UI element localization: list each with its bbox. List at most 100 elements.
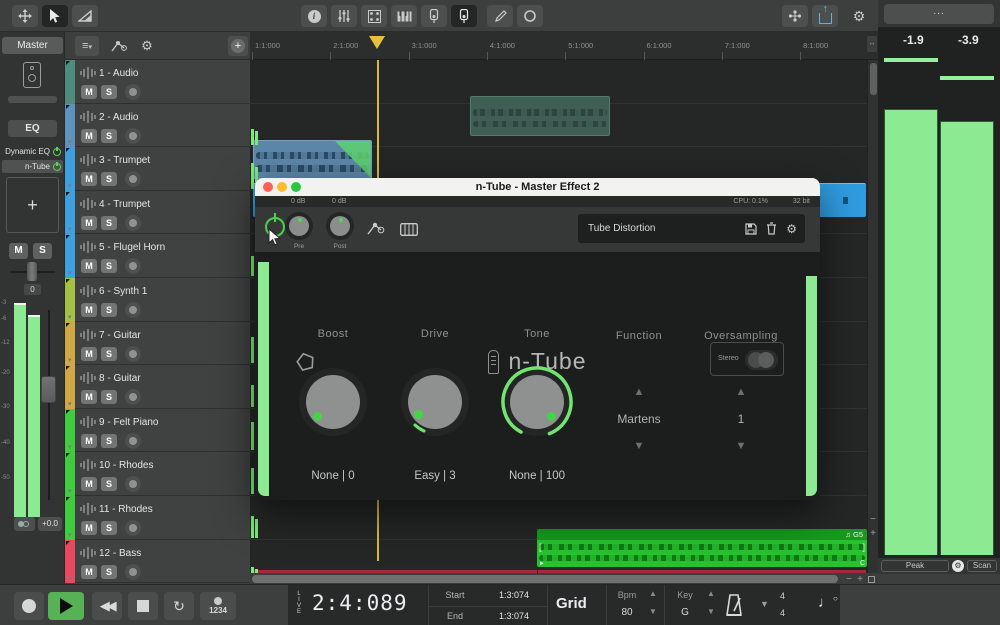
- grid-button[interactable]: Grid: [556, 595, 587, 612]
- timesig-top[interactable]: 4: [780, 591, 785, 601]
- collapse-arrow-icon[interactable]: ▾: [68, 531, 72, 539]
- power-icon[interactable]: [53, 163, 61, 171]
- solo-button[interactable]: S: [101, 303, 117, 317]
- clip-loop-marker[interactable]: C: [860, 560, 865, 567]
- master-title-button[interactable]: Master: [2, 37, 63, 54]
- scrollbar-handle[interactable]: [870, 63, 877, 95]
- start-value[interactable]: 1:3:074: [481, 590, 547, 600]
- solo-button[interactable]: S: [101, 347, 117, 361]
- rewind-button[interactable]: ◀◀: [92, 592, 122, 620]
- move-tool-button[interactable]: [12, 5, 38, 27]
- play-button[interactable]: [48, 592, 84, 620]
- key-block[interactable]: Key G ▲ ▼: [664, 585, 718, 625]
- mute-button[interactable]: M: [81, 565, 97, 579]
- oversampling-value[interactable]: 1: [738, 412, 745, 426]
- track-row[interactable]: 3 - TrumpetMS▾: [65, 147, 250, 191]
- preset-selector[interactable]: Tube Distortion ⚙: [578, 214, 805, 243]
- function-down-button[interactable]: ▼: [634, 440, 645, 452]
- mute-button[interactable]: M: [81, 172, 97, 186]
- note-value-icon[interactable]: ♩○: [818, 594, 838, 611]
- master-mini-slider[interactable]: [8, 96, 57, 103]
- scan-button[interactable]: Scan: [967, 560, 997, 572]
- volume-fader-track[interactable]: [48, 310, 50, 500]
- bpm-block[interactable]: Bpm 80 ▲ ▼: [606, 585, 660, 625]
- track-row[interactable]: 1 - AudioMS▾: [65, 60, 250, 104]
- track-row[interactable]: 4 - TrumpetMS▾: [65, 191, 250, 235]
- master-solo-button[interactable]: S: [33, 243, 52, 259]
- track-name[interactable]: 3 - Trumpet: [99, 155, 150, 166]
- midi-clip-rhodes[interactable]: ♫ G5 [ ] ► C: [537, 529, 867, 567]
- mixer-button[interactable]: [331, 5, 357, 27]
- record-arm-button[interactable]: [125, 476, 141, 492]
- clip-left-bracket[interactable]: [: [539, 542, 542, 552]
- instrument-a-button[interactable]: [421, 5, 447, 27]
- track-name[interactable]: 7 - Guitar: [99, 330, 141, 341]
- track-name[interactable]: 11 - Rhodes: [99, 504, 153, 515]
- track-name[interactable]: 6 - Synth 1: [99, 286, 147, 297]
- track-row[interactable]: 12 - BassMS▾: [65, 540, 250, 584]
- clip-speaker-icon[interactable]: ►: [539, 561, 545, 567]
- master-mute-button[interactable]: M: [9, 243, 28, 259]
- track-row[interactable]: 5 - Flugel HornMS▾: [65, 234, 250, 278]
- fade-out-overlay[interactable]: [335, 141, 371, 178]
- maximize-icon[interactable]: [291, 182, 301, 192]
- draw-tool-button[interactable]: [487, 5, 513, 27]
- power-icon[interactable]: [53, 148, 61, 156]
- record-arm-button[interactable]: [125, 346, 141, 362]
- track-name[interactable]: 8 - Guitar: [99, 373, 141, 384]
- record-button[interactable]: [14, 592, 44, 620]
- track-view-button[interactable]: ≡▾: [75, 36, 99, 56]
- zoom-in-icon[interactable]: +: [870, 528, 876, 539]
- info-button[interactable]: i: [301, 5, 327, 27]
- time-display[interactable]: 2:4:089: [312, 591, 442, 615]
- collapse-arrow-icon[interactable]: ▾: [68, 95, 72, 103]
- fit-view-icon[interactable]: [868, 576, 875, 583]
- meter-settings-icon[interactable]: ⚙: [952, 560, 964, 572]
- save-icon[interactable]: [745, 223, 757, 235]
- collapse-arrow-icon[interactable]: ▾: [68, 182, 72, 190]
- record-arm-button[interactable]: [125, 389, 141, 405]
- clip-right-bracket[interactable]: ]: [862, 542, 865, 552]
- track-name[interactable]: 2 - Audio: [99, 112, 138, 123]
- loop-mode-button[interactable]: [517, 5, 543, 27]
- bpm-value[interactable]: 80: [607, 607, 647, 618]
- track-row[interactable]: 9 - Felt PianoMS▾: [65, 409, 250, 453]
- collapse-arrow-icon[interactable]: ▾: [68, 138, 72, 146]
- oversampling-up-button[interactable]: ▲: [736, 386, 747, 398]
- audio-clip-track2[interactable]: [253, 140, 372, 179]
- end-value[interactable]: 1:3:074: [481, 611, 547, 621]
- post-gain-knob[interactable]: [326, 212, 354, 240]
- fx-slot-ntube[interactable]: n-Tube: [2, 160, 63, 173]
- peak-button[interactable]: Peak: [881, 560, 949, 572]
- select-tool-button[interactable]: [42, 5, 68, 27]
- track-name[interactable]: 1 - Audio: [99, 68, 138, 79]
- ruler-zoom-icon[interactable]: ↔: [867, 36, 877, 52]
- record-arm-button[interactable]: [125, 84, 141, 100]
- function-up-button[interactable]: ▲: [634, 386, 645, 398]
- timesig-bottom[interactable]: 4: [780, 608, 785, 618]
- track-name[interactable]: 4 - Trumpet: [99, 199, 150, 210]
- automation-icon[interactable]: [367, 221, 385, 237]
- mute-button[interactable]: M: [81, 347, 97, 361]
- loop-button[interactable]: ↻: [164, 592, 194, 620]
- collapse-arrow-icon[interactable]: ▾: [68, 313, 72, 321]
- collapse-arrow-icon[interactable]: ▾: [68, 574, 72, 582]
- track-row[interactable]: 6 - Synth 1MS▾: [65, 278, 250, 322]
- record-arm-button[interactable]: [125, 433, 141, 449]
- audio-clip-track1[interactable]: [470, 96, 610, 136]
- toggle-switch[interactable]: [745, 350, 778, 370]
- pan-slider-handle[interactable]: [27, 262, 37, 281]
- key-down-icon[interactable]: ▼: [707, 607, 715, 616]
- record-arm-button[interactable]: [125, 302, 141, 318]
- vertical-scrollbar[interactable]: [867, 60, 878, 573]
- zoom-out-icon[interactable]: −: [870, 514, 876, 525]
- bpm-up-icon[interactable]: ▲: [649, 589, 657, 598]
- mute-button[interactable]: M: [81, 434, 97, 448]
- piano-button[interactable]: [391, 5, 417, 27]
- track-name[interactable]: 5 - Flugel Horn: [99, 242, 165, 253]
- collapse-arrow-icon[interactable]: ▾: [68, 225, 72, 233]
- drum-pads-button[interactable]: [361, 5, 387, 27]
- metronome-icon[interactable]: [722, 593, 746, 617]
- solo-button[interactable]: S: [101, 85, 117, 99]
- stereo-toggle[interactable]: Stereo: [710, 342, 784, 376]
